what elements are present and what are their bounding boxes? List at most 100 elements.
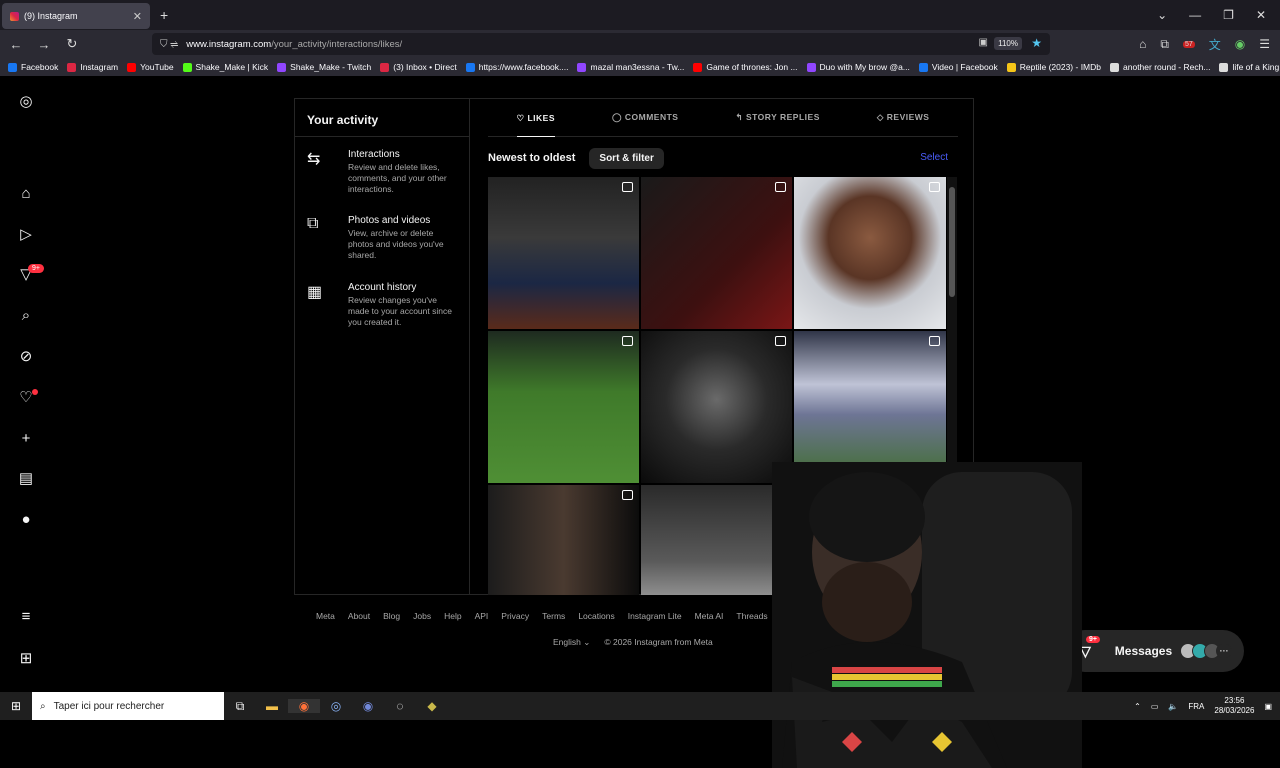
restore-button[interactable]: ❐ <box>1223 8 1234 22</box>
browser-tab-bar: (9) Instagram ✕ + ⌄ — ❐ ✕ <box>0 0 1280 30</box>
windows-start-icon[interactable]: ⊞ <box>0 699 32 713</box>
search-icon[interactable]: ⌕ <box>17 307 35 325</box>
close-window-button[interactable]: ✕ <box>1256 8 1266 22</box>
list-tabs-icon[interactable]: ⌄ <box>1157 8 1167 22</box>
menu-item-subtitle: View, archive or delete photos and video… <box>348 228 444 260</box>
footer-link[interactable]: Threads <box>736 611 767 621</box>
extension-icon[interactable]: ◉ <box>1235 37 1245 51</box>
language-label: English <box>553 637 581 647</box>
footer-link[interactable]: Meta <box>316 611 335 621</box>
reader-view-icon[interactable]: ▣ <box>979 37 988 48</box>
shield-icon[interactable]: ⛉ ⇌ <box>160 39 178 50</box>
bookmark-favicon-icon <box>465 62 475 72</box>
sort-filter-button[interactable]: Sort & filter <box>589 147 664 169</box>
messages-button[interactable]: ▽ 9+ Messages ··· <box>1064 630 1244 672</box>
liked-post[interactable] <box>641 331 792 483</box>
menu-icon[interactable]: ☰ <box>1259 37 1270 51</box>
footer-link[interactable]: Instagram Lite <box>628 611 682 621</box>
minimize-button[interactable]: — <box>1189 8 1201 22</box>
scrollbar-thumb[interactable] <box>949 187 955 297</box>
reload-button[interactable]: ↻ <box>60 36 84 52</box>
zoom-level[interactable]: 110% <box>994 37 1022 50</box>
bookmark-item[interactable]: Shake_Make - Twitch <box>277 62 371 72</box>
liked-post[interactable] <box>794 331 946 483</box>
bookmark-label: Shake_Make - Twitch <box>290 62 372 72</box>
footer-link[interactable]: Privacy <box>501 611 529 621</box>
firefox-icon[interactable]: ◉ <box>288 699 320 713</box>
bookmark-item[interactable]: (3) Inbox • Direct <box>380 62 457 72</box>
bookmark-item[interactable]: mazal man3essna - Tw... <box>577 62 684 72</box>
forward-button[interactable]: → <box>32 37 56 52</box>
tab-comments[interactable]: ◯ COMMENTS <box>612 112 678 123</box>
bookmark-item[interactable]: https://www.facebook.... <box>465 62 568 72</box>
notification-center-icon[interactable]: ▣ <box>1264 702 1272 711</box>
bookmark-item[interactable]: life of a King. - Recher... <box>1219 62 1280 72</box>
footer-link[interactable]: Help <box>444 611 461 621</box>
chevron-up-icon[interactable]: ⌃ <box>1134 702 1141 711</box>
obs-icon[interactable]: ◌ <box>384 699 416 713</box>
bookmark-label: Game of thrones: Jon ... <box>706 62 798 72</box>
language-select[interactable]: English ⌄ <box>553 637 590 648</box>
footer-link[interactable]: About <box>348 611 370 621</box>
bookmark-item[interactable]: Instagram <box>67 62 118 72</box>
bookmark-star-icon[interactable]: ★ <box>1031 36 1042 50</box>
new-tab-button[interactable]: + <box>160 7 168 23</box>
close-tab-icon[interactable]: ✕ <box>133 10 142 23</box>
footer-link[interactable]: Terms <box>542 611 565 621</box>
extension-badge[interactable]: 57 <box>1182 40 1195 48</box>
network-icon[interactable]: ▭ <box>1151 702 1159 711</box>
explore-icon[interactable]: ⊘ <box>17 348 35 366</box>
task-view-icon[interactable]: ⧉ <box>224 699 256 714</box>
reels-icon[interactable]: ▷ <box>17 226 35 244</box>
bookmark-item[interactable]: Duo with My brow @a... <box>806 62 910 72</box>
bookmark-favicon-icon <box>918 62 928 72</box>
tab-story-replies[interactable]: ↰ STORY REPLIES <box>735 112 819 123</box>
home-icon[interactable]: ⌂ <box>17 185 35 203</box>
bookmark-item[interactable]: Game of thrones: Jon ... <box>693 62 798 72</box>
app-icon[interactable]: ◆ <box>416 699 448 713</box>
taskbar-search[interactable]: ⌕ Taper ici pour rechercher <box>32 692 224 720</box>
tab-likes[interactable]: ♡ LIKES <box>516 99 556 137</box>
create-icon[interactable]: + <box>17 430 35 448</box>
profile-avatar[interactable]: ● <box>17 511 35 529</box>
browser-tab[interactable]: (9) Instagram ✕ <box>2 3 150 29</box>
discord-icon[interactable]: ◉ <box>352 699 384 713</box>
instagram-logo-icon[interactable]: ◎ <box>17 93 35 111</box>
more-menu-icon[interactable]: ≡ <box>17 608 35 626</box>
translate-icon[interactable]: 文 <box>1209 36 1221 53</box>
footer-link[interactable]: Meta AI <box>695 611 724 621</box>
footer-link[interactable]: API <box>475 611 489 621</box>
also-from-meta-icon[interactable]: ⊞ <box>17 650 35 668</box>
footer: Meta About Blog Jobs Help API Privacy Terms Loca… <box>300 611 800 647</box>
extensions-icon[interactable]: ⧉ <box>1160 37 1169 52</box>
footer-link[interactable]: Jobs <box>413 611 431 621</box>
file-explorer-icon[interactable]: ▬ <box>256 699 288 713</box>
bookmark-item[interactable]: another round - Rech... <box>1110 62 1210 72</box>
footer-link[interactable]: Blog <box>383 611 400 621</box>
speaker-icon[interactable]: 🔈 <box>1168 702 1178 711</box>
windows-taskbar: ⊞ ⌕ Taper ici pour rechercher ⧉ ▬ ◉ ◎ ◉ … <box>0 692 1280 720</box>
bookmark-item[interactable]: YouTube <box>127 62 174 72</box>
url-host: www.instagram.com <box>186 38 272 50</box>
home-icon[interactable]: ⌂ <box>1139 37 1146 51</box>
select-button[interactable]: Select <box>920 152 948 163</box>
back-button[interactable]: ← <box>4 37 28 52</box>
liked-post[interactable] <box>488 177 639 329</box>
bookmark-item[interactable]: Video | Facebook <box>918 62 998 72</box>
bookmark-item[interactable]: Reptile (2023) - IMDb <box>1006 62 1101 72</box>
bookmark-item[interactable]: Shake_Make | Kick <box>182 62 268 72</box>
dashboard-icon[interactable]: ▤ <box>17 470 35 488</box>
instagram-page: ◎ ⌂ ▷ ▽ 9+ ⌕ ⊘ ♡ + ▤ ● ≡ ⊞ Your activity… <box>0 76 1280 768</box>
footer-link[interactable]: Locations <box>578 611 614 621</box>
liked-post[interactable] <box>488 331 639 483</box>
liked-post[interactable] <box>794 177 946 329</box>
liked-post[interactable] <box>488 485 639 595</box>
language-indicator[interactable]: FRA <box>1188 702 1204 711</box>
chrome-icon[interactable]: ◎ <box>320 699 352 713</box>
bookmark-item[interactable]: Facebook <box>8 62 58 72</box>
url-bar[interactable]: ⛉ ⇌ www.instagram.com/your_activity/inte… <box>152 33 1050 55</box>
clock[interactable]: 23:56 28/03/2026 <box>1214 696 1254 716</box>
liked-post[interactable] <box>641 485 792 595</box>
liked-post[interactable] <box>641 177 792 329</box>
tab-reviews[interactable]: ◇ REVIEWS <box>877 112 930 123</box>
